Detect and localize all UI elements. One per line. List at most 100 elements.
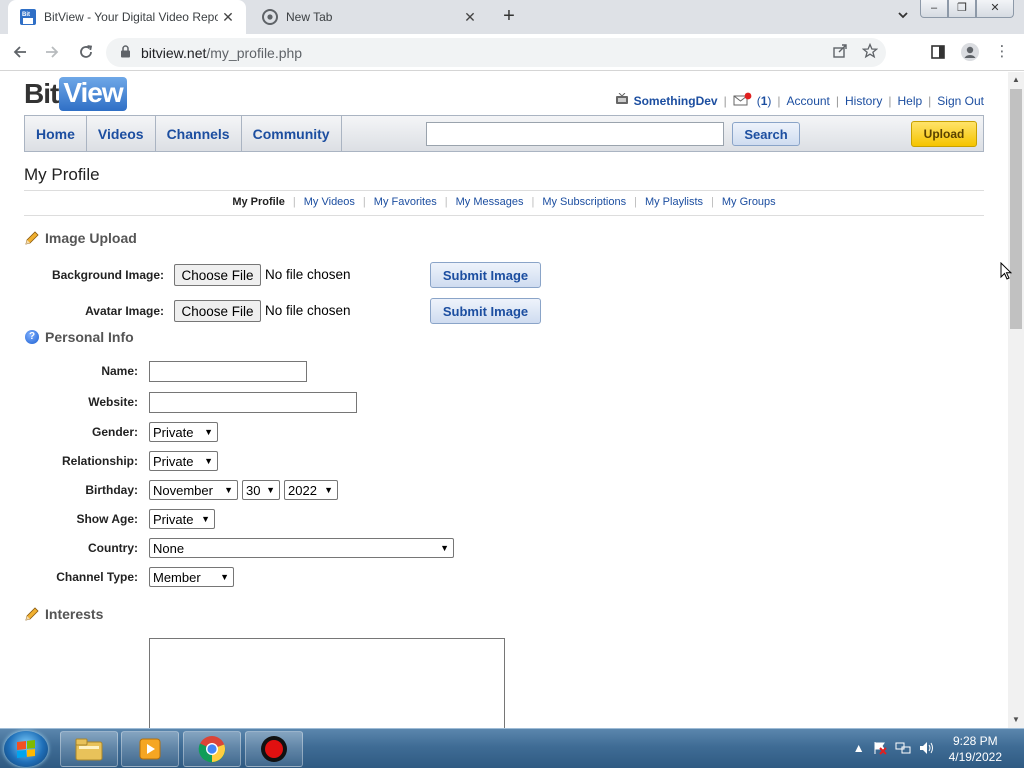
back-arrow-icon[interactable]: [8, 40, 32, 64]
taskbar-chrome[interactable]: [183, 731, 241, 767]
page-title: My Profile: [24, 165, 100, 184]
clock-date: 4/19/2022: [948, 750, 1002, 764]
background-submit-image-button[interactable]: Submit Image: [430, 262, 541, 288]
gender-select[interactable]: Private ▼: [149, 422, 218, 442]
record-icon: [261, 736, 287, 762]
bitview-favicon-icon: Bit: [20, 9, 36, 25]
taskbar-media-player[interactable]: [121, 731, 179, 767]
avatar-file-status: No file chosen: [265, 303, 351, 318]
nav-home[interactable]: Home: [25, 116, 87, 151]
bookmark-star-icon[interactable]: [861, 42, 879, 62]
nav-community[interactable]: Community: [242, 116, 342, 151]
restore-icon[interactable]: ❐: [948, 0, 976, 18]
interests-textarea[interactable]: [149, 638, 505, 728]
lock-icon[interactable]: [120, 44, 131, 61]
subnav-my-profile[interactable]: My Profile: [232, 196, 285, 208]
url-text: bitview.net/my_profile.php: [141, 45, 302, 61]
system-tray: ▲ 9:28 PM 4/19/2022: [853, 729, 1024, 769]
user-bar: SomethingDev | (1) | Account | History |…: [615, 92, 984, 109]
subnav-my-videos[interactable]: My Videos: [304, 196, 355, 208]
scroll-down-arrow-icon[interactable]: ▼: [1008, 712, 1024, 728]
subnav-my-messages[interactable]: My Messages: [456, 196, 524, 208]
search-input[interactable]: [426, 122, 724, 146]
side-panel-icon[interactable]: [926, 40, 950, 67]
avatar-submit-image-button[interactable]: Submit Image: [430, 298, 541, 324]
subnav-my-subscriptions[interactable]: My Subscriptions: [542, 196, 626, 208]
birthday-day-select[interactable]: 30 ▼: [242, 480, 280, 500]
interests-heading-text: Interests: [45, 606, 104, 622]
scroll-up-arrow-icon[interactable]: ▲: [1008, 72, 1024, 88]
gender-value: Private: [153, 424, 194, 440]
start-button[interactable]: [4, 731, 48, 767]
menu-kebab-icon[interactable]: ⋮: [990, 40, 1014, 64]
clock[interactable]: 9:28 PM 4/19/2022: [949, 733, 1002, 765]
reload-icon[interactable]: [74, 40, 98, 64]
message-count-link[interactable]: (1): [757, 94, 772, 108]
profile-avatar-icon[interactable]: [958, 40, 982, 70]
channel-type-select[interactable]: Member ▼: [149, 567, 234, 587]
svg-text:Bit: Bit: [22, 12, 30, 18]
image-upload-heading-text: Image Upload: [45, 230, 137, 246]
name-input[interactable]: [149, 361, 307, 382]
username-link[interactable]: SomethingDev: [634, 94, 718, 108]
scrollbar-thumb[interactable]: [1010, 89, 1022, 329]
share-icon[interactable]: [832, 43, 848, 62]
new-tab-plus-icon[interactable]: +: [497, 5, 521, 29]
background-choose-file-button[interactable]: Choose File: [174, 264, 261, 286]
tab-close-icon[interactable]: ✕: [460, 9, 480, 26]
pencil-icon: [24, 230, 40, 246]
nav-channels[interactable]: Channels: [156, 116, 242, 151]
chevron-down-icon: ▼: [201, 514, 210, 524]
birthday-year-select[interactable]: 2022 ▼: [284, 480, 338, 500]
taskbar-recorder[interactable]: [245, 731, 303, 767]
help-link[interactable]: Help: [897, 94, 922, 108]
show-age-select[interactable]: Private ▼: [149, 509, 215, 529]
divider: [24, 190, 984, 191]
page-scrollbar[interactable]: ▲ ▼: [1008, 72, 1024, 728]
main-nav: Home Videos Channels Community Search Up…: [24, 115, 984, 152]
birthday-month-select[interactable]: November ▼: [149, 480, 238, 500]
country-value: None: [153, 540, 185, 556]
relationship-label: Relationship:: [61, 454, 138, 468]
windows-taskbar: ▲ 9:28 PM 4/19/2022: [0, 728, 1024, 768]
gender-label: Gender:: [91, 425, 138, 439]
network-icon[interactable]: [895, 741, 911, 758]
upload-button[interactable]: Upload: [911, 121, 977, 147]
country-select[interactable]: None ▼: [149, 538, 454, 558]
minimize-icon[interactable]: ‒: [920, 0, 948, 18]
logo-bit-text: Bit: [24, 78, 59, 109]
show-age-value: Private: [153, 511, 194, 527]
website-input[interactable]: [149, 392, 357, 413]
close-window-icon[interactable]: ✕: [976, 0, 1014, 18]
clock-time: 9:28 PM: [952, 734, 998, 748]
show-age-label: Show Age:: [76, 512, 138, 526]
channel-type-value: Member: [153, 569, 201, 585]
name-label: Name:: [101, 364, 138, 378]
country-label: Country:: [88, 541, 138, 555]
account-link[interactable]: Account: [787, 94, 830, 108]
subnav-my-groups[interactable]: My Groups: [722, 196, 776, 208]
taskbar-file-explorer[interactable]: [60, 731, 118, 767]
action-center-flag-icon[interactable]: [873, 741, 887, 758]
birthday-label: Birthday:: [85, 483, 138, 497]
search-button[interactable]: Search: [732, 122, 800, 146]
sign-out-link[interactable]: Sign Out: [937, 94, 984, 108]
show-hidden-icons-arrow-icon[interactable]: ▲: [853, 741, 865, 758]
tab-bitview[interactable]: Bit BitView - Your Digital Video Repo ✕: [8, 0, 246, 34]
nav-videos[interactable]: Videos: [87, 116, 156, 151]
volume-icon[interactable]: [919, 741, 935, 758]
avatar-choose-file-button[interactable]: Choose File: [174, 300, 261, 322]
relationship-select[interactable]: Private ▼: [149, 451, 218, 471]
subnav-my-playlists[interactable]: My Playlists: [645, 196, 703, 208]
forward-arrow-icon[interactable]: [40, 40, 64, 64]
history-link[interactable]: History: [845, 94, 882, 108]
messages-icon[interactable]: [733, 92, 753, 109]
help-question-icon: ?: [24, 329, 40, 345]
address-bar[interactable]: bitview.net/my_profile.php: [106, 38, 886, 67]
chevron-down-icon: ▼: [224, 485, 233, 495]
tab-search-chevron-icon[interactable]: [896, 8, 910, 25]
subnav-my-favorites[interactable]: My Favorites: [374, 196, 437, 208]
tab-close-icon[interactable]: ✕: [218, 9, 238, 26]
site-logo[interactable]: Bit View: [24, 77, 127, 111]
tab-new-tab[interactable]: New Tab ✕: [250, 0, 488, 34]
